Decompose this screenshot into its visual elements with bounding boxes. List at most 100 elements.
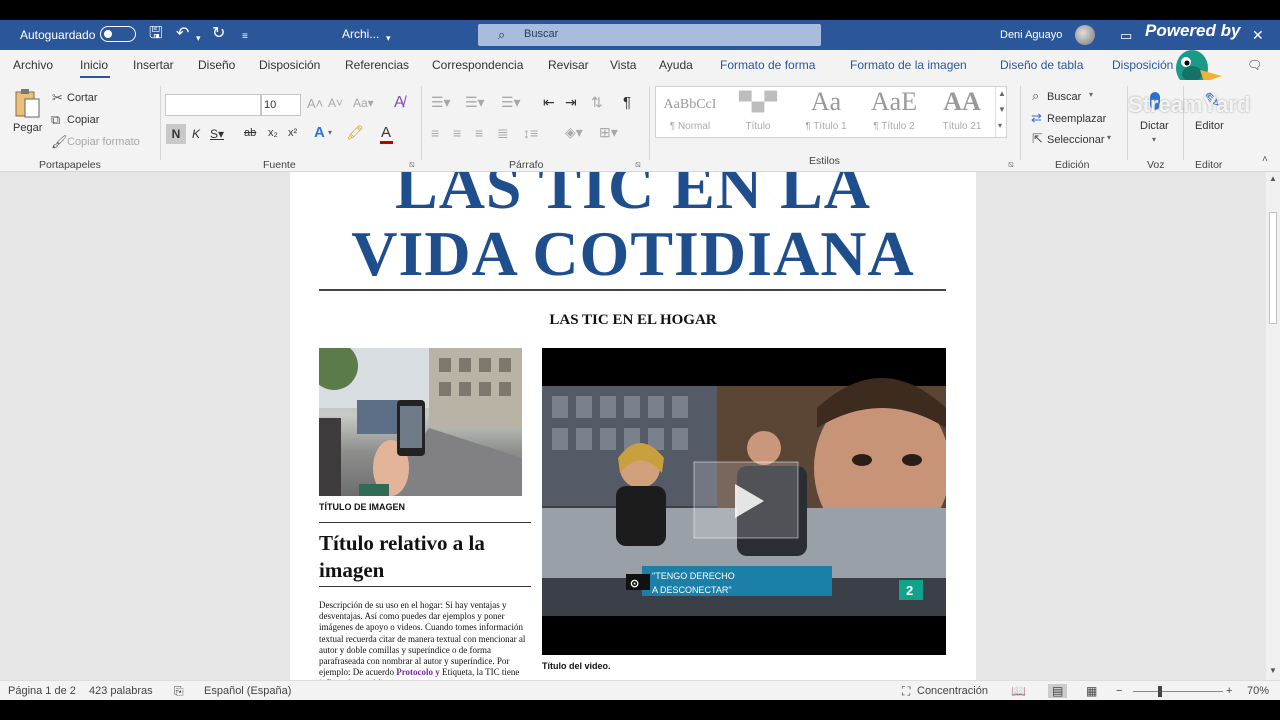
format-painter-icon[interactable]: 🖌 xyxy=(51,134,68,150)
close-icon[interactable]: ✕ xyxy=(1252,26,1264,44)
comments-icon[interactable]: 🗨 xyxy=(1247,58,1262,72)
text-effects-icon[interactable]: A xyxy=(314,124,325,141)
align-center-icon[interactable]: ≡ xyxy=(453,125,461,141)
numbering-icon[interactable]: ☰▾ xyxy=(465,94,485,111)
underline-icon[interactable]: S▾ xyxy=(210,127,224,141)
cut-button[interactable]: Cortar xyxy=(67,92,98,104)
tab-formato-de-forma[interactable]: Formato de forma xyxy=(720,58,815,72)
font-color-icon[interactable]: A xyxy=(381,124,391,141)
tab-formato-de-la-imagen[interactable]: Formato de la imagen xyxy=(850,58,967,72)
style-titulo[interactable]: ▀▄▀ Título xyxy=(724,87,792,137)
document-canvas[interactable]: LAS TIC EN LA VIDA COTIDIANA LAS TIC EN … xyxy=(0,172,1266,680)
autosave-toggle[interactable] xyxy=(100,26,136,42)
tab-disposicion[interactable]: Disposición xyxy=(259,58,320,72)
change-case-icon[interactable]: Aa▾ xyxy=(353,96,374,110)
bullets-icon[interactable]: ☰▾ xyxy=(431,94,451,111)
vertical-scrollbar[interactable]: ▲ ▼ xyxy=(1266,172,1280,680)
highlight-icon[interactable]: 🖍 xyxy=(346,124,364,141)
decrease-indent-icon[interactable]: ⇤ xyxy=(543,94,555,111)
body-link[interactable]: Protocolo y xyxy=(396,667,440,677)
print-layout-icon[interactable]: ▤ xyxy=(1048,684,1068,698)
tab-insertar[interactable]: Insertar xyxy=(133,58,174,72)
strikethrough-button[interactable]: ab xyxy=(244,127,256,139)
paste-label[interactable]: Pegar xyxy=(13,122,42,134)
user-name[interactable]: Deni Aguayo xyxy=(1000,29,1062,41)
tab-ayuda[interactable]: Ayuda xyxy=(659,58,693,72)
copy-icon[interactable]: ⧉ xyxy=(51,112,60,128)
tab-diseno[interactable]: Diseño xyxy=(198,58,235,72)
focus-mode-button[interactable]: Concentración xyxy=(917,685,988,697)
style-titulo-21[interactable]: AA Título 21 xyxy=(928,87,996,137)
page-count[interactable]: Página 1 de 2 xyxy=(8,685,76,697)
dictate-dropdown-icon[interactable]: ▾ xyxy=(1152,135,1156,144)
styles-dialog-launcher-icon[interactable]: ⧅ xyxy=(1008,159,1014,170)
tab-diseno-de-tabla[interactable]: Diseño de tabla xyxy=(1000,58,1083,72)
italic-button[interactable]: K xyxy=(192,127,200,141)
word-count[interactable]: 423 palabras xyxy=(89,685,153,697)
format-painter-button[interactable]: Copiar formato xyxy=(67,136,140,148)
show-marks-icon[interactable]: ¶ xyxy=(623,94,631,111)
style-titulo-1[interactable]: Aa ¶ Título 1 xyxy=(792,87,860,137)
tab-vista[interactable]: Vista xyxy=(610,58,636,72)
redo-icon[interactable]: ↻ xyxy=(212,25,225,43)
scissors-icon[interactable]: ✂ xyxy=(52,90,63,106)
zoom-level[interactable]: 70% xyxy=(1247,685,1269,697)
tab-disposicion-tabla[interactable]: Disposición xyxy=(1112,58,1173,72)
search-box[interactable]: ⌕ Buscar xyxy=(478,24,821,46)
zoom-in-icon[interactable]: + xyxy=(1226,685,1232,697)
select-button[interactable]: Seleccionar xyxy=(1047,134,1104,146)
save-icon[interactable]: 🖫 xyxy=(149,25,163,43)
read-mode-icon[interactable]: 📖 xyxy=(1011,684,1026,698)
select-cursor-icon[interactable]: ⇱ xyxy=(1032,131,1043,147)
font-dialog-launcher-icon[interactable]: ⧅ xyxy=(409,159,415,170)
scroll-thumb[interactable] xyxy=(1269,212,1277,324)
superscript-button[interactable]: x² xyxy=(288,127,297,139)
scroll-down-icon[interactable]: ▼ xyxy=(1269,666,1277,675)
replace-icon[interactable]: ⇄ xyxy=(1031,110,1042,126)
styles-scroll[interactable]: ▲ ▼ ▾ xyxy=(995,87,1007,137)
editor-button[interactable]: Editor xyxy=(1195,120,1224,132)
paste-icon[interactable] xyxy=(14,87,42,119)
doc-name-dropdown-icon[interactable]: ▾ xyxy=(386,29,391,47)
shrink-font-icon[interactable]: A˅ xyxy=(328,96,343,110)
style-titulo-2[interactable]: AaE ¶ Título 2 xyxy=(860,87,928,137)
proofing-icon[interactable]: ⎘ xyxy=(174,684,184,699)
sort-icon[interactable]: ⇅ xyxy=(591,94,603,111)
zoom-slider-knob[interactable] xyxy=(1158,686,1162,697)
grow-font-icon[interactable]: A˄ xyxy=(307,96,323,111)
justify-icon[interactable]: ≣ xyxy=(497,125,509,142)
undo-dropdown-icon[interactable]: ▾ xyxy=(196,29,201,47)
tab-archivo[interactable]: Archivo xyxy=(13,58,53,72)
ribbon-display-icon[interactable]: ▭ xyxy=(1120,27,1132,45)
tab-correspondencia[interactable]: Correspondencia xyxy=(432,58,523,72)
multilevel-list-icon[interactable]: ☰▾ xyxy=(501,94,521,111)
copy-button[interactable]: Copiar xyxy=(67,114,99,126)
scroll-up-icon[interactable]: ▲ xyxy=(1269,174,1277,183)
tab-revisar[interactable]: Revisar xyxy=(548,58,589,72)
find-icon[interactable]: ⌕ xyxy=(1032,88,1039,104)
paragraph-dialog-launcher-icon[interactable]: ⧅ xyxy=(635,159,641,170)
focus-icon[interactable]: ⛶ xyxy=(902,684,910,699)
replace-button[interactable]: Reemplazar xyxy=(1047,113,1106,125)
select-dropdown-icon[interactable]: ▾ xyxy=(1107,133,1111,142)
style-normal[interactable]: AaBbCcI ¶ Normal xyxy=(656,87,724,137)
embedded-video[interactable]: ⊙ "TENGO DERECHO A DESCONECTAR" 2 xyxy=(542,348,946,655)
bold-button[interactable]: N xyxy=(166,124,186,144)
document-name[interactable]: Archi... xyxy=(342,27,379,41)
phone-street-photo[interactable] xyxy=(319,348,522,496)
text-effects-dropdown-icon[interactable]: ▾ xyxy=(328,128,332,137)
zoom-slider[interactable] xyxy=(1133,691,1223,692)
document-page[interactable]: LAS TIC EN LA VIDA COTIDIANA LAS TIC EN … xyxy=(290,172,976,680)
shading-icon[interactable]: ◈▾ xyxy=(565,124,583,141)
line-spacing-icon[interactable]: ↕≡ xyxy=(523,125,538,141)
font-family-select[interactable] xyxy=(165,94,261,116)
align-right-icon[interactable]: ≡ xyxy=(475,125,483,141)
zoom-out-icon[interactable]: − xyxy=(1116,685,1122,697)
subscript-button[interactable]: x₂ xyxy=(268,127,278,139)
find-button[interactable]: Buscar xyxy=(1047,91,1081,103)
align-left-icon[interactable]: ≡ xyxy=(431,125,439,141)
collapse-ribbon-icon[interactable]: ˄ xyxy=(1262,154,1268,165)
clear-formatting-icon[interactable]: A̸ xyxy=(394,94,405,112)
tab-referencias[interactable]: Referencias xyxy=(345,58,409,72)
font-size-select[interactable]: 10 xyxy=(261,94,301,116)
